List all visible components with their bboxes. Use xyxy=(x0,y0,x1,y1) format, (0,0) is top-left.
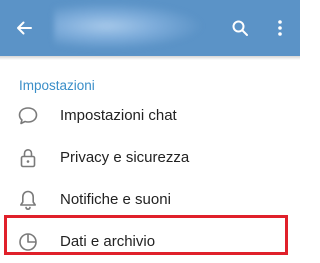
section-title: Impostazioni xyxy=(19,78,95,93)
app-bar-shadow xyxy=(0,56,300,60)
more-vertical-icon xyxy=(278,20,282,36)
chat-bubble-icon xyxy=(18,107,38,125)
more-options-button[interactable] xyxy=(264,12,296,44)
highlight-box xyxy=(4,215,288,255)
arrow-left-icon xyxy=(17,21,32,35)
back-button[interactable] xyxy=(8,12,40,44)
settings-item-privacy[interactable]: Privacy e sicurezza xyxy=(0,137,300,179)
settings-item-label: Privacy e sicurezza xyxy=(60,149,190,166)
lock-icon xyxy=(20,148,36,168)
search-icon xyxy=(232,20,248,36)
settings-item-label: Notifiche e suoni xyxy=(60,191,171,208)
app-bar xyxy=(0,0,300,56)
bell-icon xyxy=(20,190,36,211)
settings-item-chat[interactable]: Impostazioni chat xyxy=(0,95,300,137)
blurred-profile xyxy=(54,2,204,50)
settings-item-label: Impostazioni chat xyxy=(60,107,177,124)
search-button[interactable] xyxy=(224,12,256,44)
